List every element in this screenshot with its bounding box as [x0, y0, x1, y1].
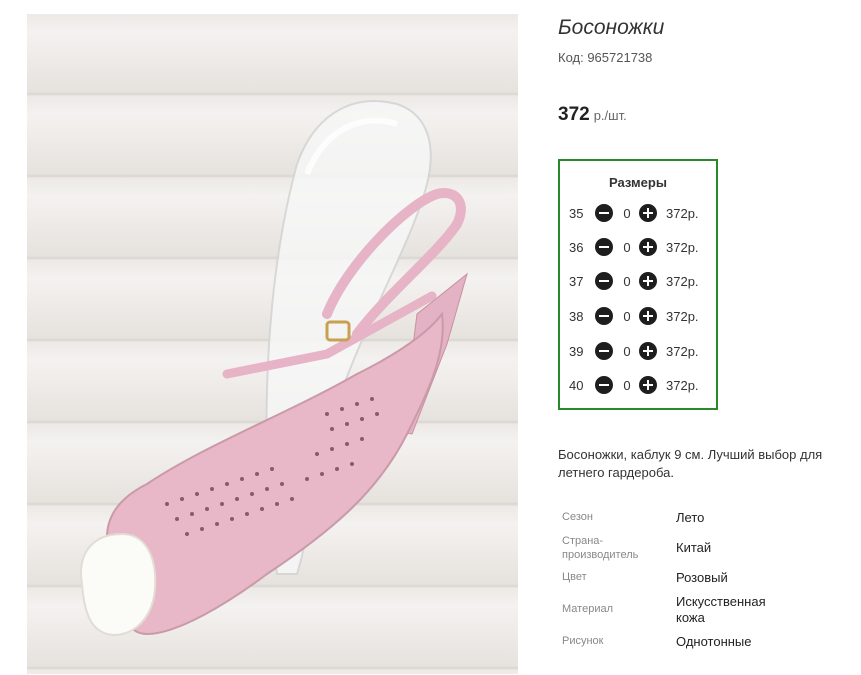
plus-circle-icon[interactable] [639, 204, 657, 222]
size-label: 39 [569, 344, 584, 359]
size-quantity[interactable]: 0 [620, 274, 634, 289]
size-row: 39 0 372р. [560, 341, 716, 361]
size-price: 372р. [666, 240, 699, 255]
size-label: 37 [569, 274, 584, 289]
minus-circle-icon[interactable] [595, 238, 613, 256]
price-block: 372 р./шт. [558, 104, 627, 126]
property-key: Страна-производитель [562, 535, 639, 561]
property-value: Однотонные [676, 634, 752, 649]
size-quantity[interactable]: 0 [620, 206, 634, 221]
size-row: 38 0 372р. [560, 306, 716, 326]
product-title: Босоножки [558, 16, 665, 39]
size-label: 35 [569, 206, 584, 221]
plus-circle-icon[interactable] [639, 307, 657, 325]
plus-circle-icon[interactable] [639, 342, 657, 360]
size-row: 36 0 372р. [560, 237, 716, 257]
size-price: 372р. [666, 274, 699, 289]
product-description: Босоножки, каблук 9 см. Лучший выбор для… [558, 447, 823, 480]
property-value: Розовый [676, 570, 728, 585]
property-value: Лето [676, 510, 705, 525]
size-row: 37 0 372р. [560, 271, 716, 291]
sandal-illustration [80, 100, 468, 636]
size-label: 40 [569, 378, 584, 393]
size-quantity[interactable]: 0 [620, 378, 634, 393]
size-price: 372р. [666, 378, 699, 393]
sizes-title: Размеры [609, 175, 667, 190]
minus-circle-icon[interactable] [595, 376, 613, 394]
size-quantity[interactable]: 0 [620, 240, 634, 255]
size-row: 40 0 372р. [560, 375, 716, 395]
minus-circle-icon[interactable] [595, 204, 613, 222]
size-price: 372р. [666, 309, 699, 324]
size-label: 36 [569, 240, 584, 255]
minus-circle-icon[interactable] [595, 342, 613, 360]
size-quantity[interactable]: 0 [620, 309, 634, 324]
property-value: Искусственная кожа [676, 594, 766, 625]
property-key: Материал [562, 603, 613, 615]
property-value: Китай [676, 540, 712, 555]
size-quantity[interactable]: 0 [620, 344, 634, 359]
price-unit: р./шт. [593, 108, 627, 123]
plus-circle-icon[interactable] [639, 272, 657, 290]
price-amount: 372 [558, 104, 590, 125]
plus-circle-icon[interactable] [639, 238, 657, 256]
product-photo[interactable] [27, 14, 518, 674]
product-code: Код: 965721738 [558, 50, 653, 65]
size-label: 38 [569, 309, 584, 324]
property-key: Рисунок [562, 635, 604, 647]
size-price: 372р. [666, 344, 699, 359]
sizes-panel: Размеры 35 0 372р. 36 0 372р. 37 0 372р.… [558, 159, 718, 410]
size-price: 372р. [666, 206, 699, 221]
plus-circle-icon[interactable] [639, 376, 657, 394]
size-row: 35 0 372р. [560, 203, 716, 223]
minus-circle-icon[interactable] [595, 307, 613, 325]
property-key: Цвет [562, 571, 587, 583]
minus-circle-icon[interactable] [595, 272, 613, 290]
property-key: Сезон [562, 511, 593, 523]
